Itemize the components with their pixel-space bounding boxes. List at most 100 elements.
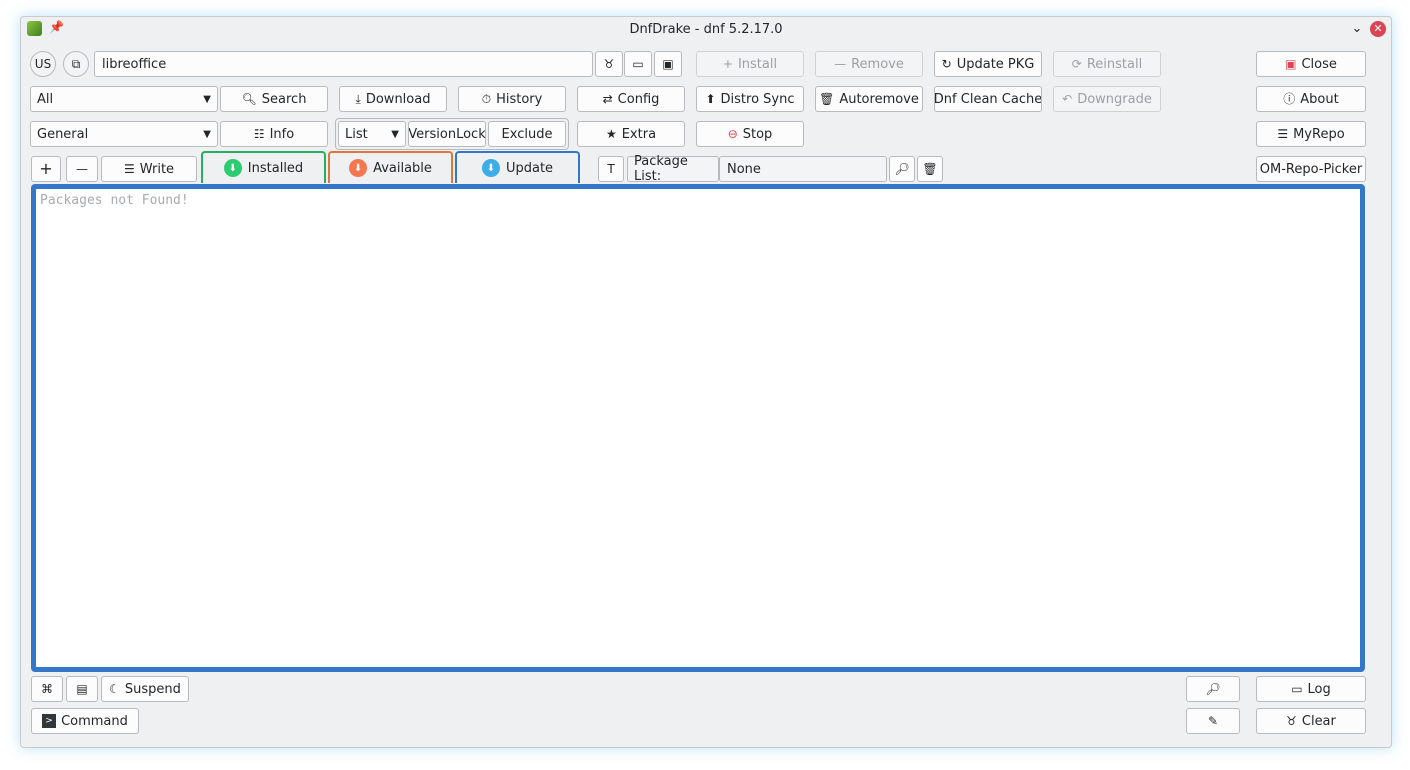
download-icon: ⬇ (481, 159, 500, 177)
clear-search-button[interactable]: ♉ (595, 51, 623, 77)
language-button[interactable]: US (30, 51, 56, 77)
downgrade-label: Downgrade (1077, 91, 1152, 107)
exclude-button[interactable]: Exclude (488, 121, 566, 147)
document-search-icon: 🔎︎ (1205, 682, 1221, 696)
empty-message: Packages not Found! (40, 193, 189, 208)
add-button[interactable]: + (31, 156, 61, 182)
distro-sync-button[interactable]: ⬆ Distro Sync (696, 86, 804, 112)
remove-label: Remove (851, 56, 904, 72)
history-button[interactable]: ⏱ History (458, 86, 566, 112)
star-icon: ★ (605, 127, 617, 141)
search-icon: 🔍︎ (241, 92, 257, 106)
save-file-button[interactable]: ▣ (654, 51, 682, 77)
text-format-button[interactable]: T (598, 156, 624, 182)
close-button[interactable]: ▣ Close (1256, 51, 1366, 77)
document-search-icon: 🔎︎ (894, 162, 910, 176)
sliders-icon: ⇄ (602, 92, 613, 106)
chip-icon: ⌘ (41, 682, 53, 696)
download-icon: ⤓ (355, 92, 361, 106)
info-label: Info (269, 126, 295, 142)
broom-icon: ♉ (1286, 714, 1297, 728)
reinstall-label: Reinstall (1086, 56, 1143, 72)
update-pkg-label: Update PKG (956, 56, 1035, 72)
suspend-button[interactable]: ☾ Suspend (101, 676, 189, 702)
versionlock-label: VersionLock (408, 126, 486, 142)
reinstall-button[interactable]: ⟳ Reinstall (1053, 51, 1161, 77)
stop-icon: ⊖ (727, 127, 738, 141)
plus-icon: + (722, 57, 733, 71)
om-repo-picker-button[interactable]: OM-Repo-Picker (1256, 156, 1366, 182)
config-label: Config (617, 91, 660, 107)
about-button[interactable]: ⓘ About (1256, 86, 1366, 112)
preview-list-button[interactable]: 🔎︎ (889, 156, 915, 182)
moon-icon: ☾ (109, 682, 120, 696)
stopwatch-icon: ⏱ (481, 92, 492, 106)
memory-button[interactable]: ▤ (66, 676, 98, 702)
subtract-button[interactable]: — (66, 156, 98, 182)
close-box-icon: ▣ (1285, 57, 1297, 71)
download-button[interactable]: ⤓ Download (339, 86, 447, 112)
download-icon: ⬇ (349, 159, 368, 177)
tab-installed[interactable]: ⬇ Installed (201, 151, 326, 183)
list-mode-select[interactable]: List ▼ (338, 121, 406, 147)
minus-icon: — (76, 162, 88, 176)
trash-icon: 🗑︎ (922, 162, 938, 176)
search-input[interactable]: libreoffice (94, 51, 593, 77)
title-bar: 📌 DnfDrake - dnf 5.2.17.0 ⌄ ✕ (21, 17, 1391, 43)
clear-button[interactable]: ♉ Clear (1256, 708, 1366, 734)
write-button[interactable]: ☰ Write (101, 156, 197, 182)
suspend-label: Suspend (124, 681, 181, 697)
chevron-down-icon[interactable]: ⌄ (1349, 21, 1365, 37)
versionlock-button[interactable]: VersionLock (408, 121, 486, 147)
edit-button[interactable]: ✎ (1186, 708, 1240, 734)
folder-icon: ▭ (1291, 682, 1303, 696)
main-window: 📌 DnfDrake - dnf 5.2.17.0 ⌄ ✕ US ⧉ libre… (20, 16, 1392, 748)
screenshot-button[interactable]: ⧉ (63, 51, 89, 77)
filter-selected-value: All (37, 91, 54, 107)
downgrade-button[interactable]: ↶ Downgrade (1053, 86, 1161, 112)
write-label: Write (139, 161, 175, 177)
package-list-field[interactable]: None (719, 156, 887, 182)
tab-available[interactable]: ⬇ Available (328, 151, 453, 183)
update-pkg-button[interactable]: ↻ Update PKG (934, 51, 1042, 77)
stop-label: Stop (742, 126, 773, 142)
package-list-area[interactable]: Packages not Found! (31, 184, 1365, 672)
cpu-button[interactable]: ⌘ (31, 676, 63, 702)
log-label: Log (1307, 681, 1331, 697)
category-select[interactable]: General ▼ (30, 121, 218, 147)
log-button[interactable]: ▭ Log (1256, 676, 1366, 702)
refresh-icon: ↻ (941, 57, 952, 71)
stop-button[interactable]: ⊖ Stop (696, 121, 804, 147)
info-button[interactable]: ☷ Info (220, 121, 328, 147)
tab-update-label: Update (505, 160, 554, 176)
language-label: US (34, 57, 52, 71)
autoremove-button[interactable]: 🗑︎ Autoremove (815, 86, 923, 112)
close-window-icon[interactable]: ✕ (1370, 21, 1386, 37)
extra-label: Extra (621, 126, 657, 142)
autoremove-label: Autoremove (839, 91, 919, 107)
info-icon: ⓘ (1283, 92, 1296, 106)
delete-list-button[interactable]: 🗑︎ (917, 156, 943, 182)
download-icon: ⬇ (223, 159, 242, 177)
open-file-button[interactable]: ▭ (624, 51, 652, 77)
remove-button[interactable]: — Remove (815, 51, 923, 77)
install-label: Install (737, 56, 778, 72)
search-button[interactable]: 🔍︎ Search (220, 86, 328, 112)
write-list-icon: ☰ (123, 162, 135, 176)
install-button[interactable]: + Install (696, 51, 804, 77)
filter-select[interactable]: All ▼ (30, 86, 218, 112)
config-button[interactable]: ⇄ Config (577, 86, 685, 112)
details-icon: ☷ (253, 127, 265, 141)
myrepo-button[interactable]: ☰ MyRepo (1256, 121, 1366, 147)
command-button[interactable]: > Command (31, 708, 139, 734)
clean-cache-button[interactable]: Dnf Clean Cache (934, 86, 1042, 112)
extra-button[interactable]: ★ Extra (577, 121, 685, 147)
minus-icon: — (834, 57, 847, 71)
screenshot-icon: ⧉ (71, 56, 81, 71)
chevron-down-icon: ▼ (203, 128, 211, 140)
chevron-down-icon: ▼ (391, 128, 399, 140)
om-repo-picker-label: OM-Repo-Picker (1259, 161, 1363, 177)
tab-update[interactable]: ⬇ Update (455, 151, 580, 183)
folder-icon: ▭ (632, 57, 644, 71)
view-log-button[interactable]: 🔎︎ (1186, 676, 1240, 702)
